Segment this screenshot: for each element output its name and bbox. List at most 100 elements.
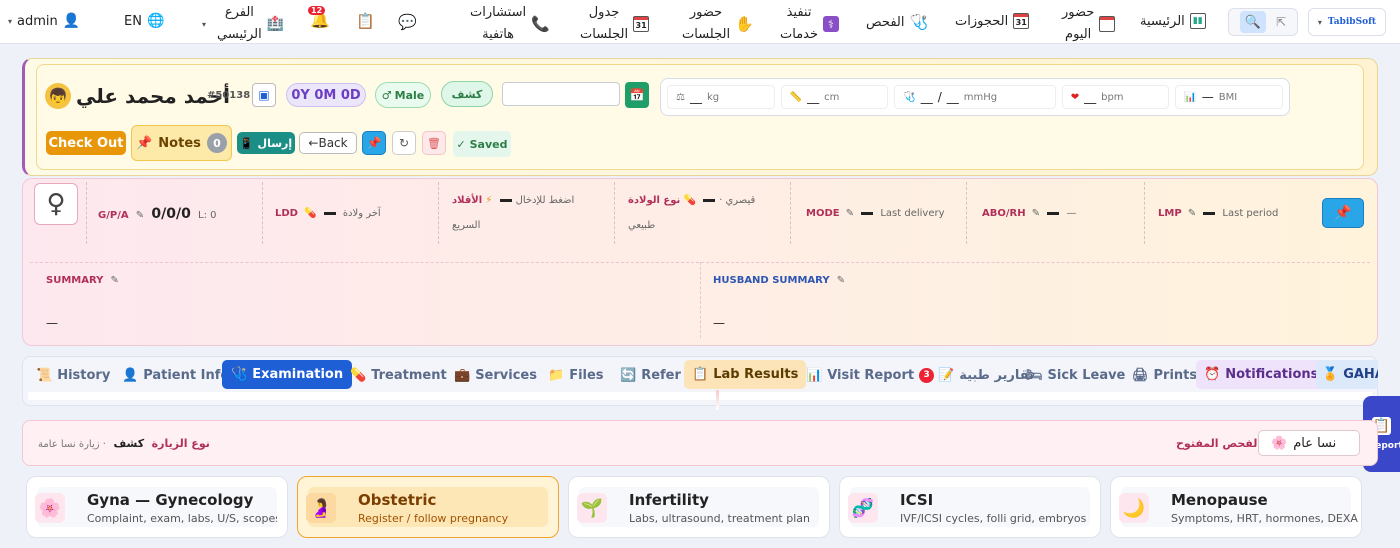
pulse-field[interactable]: ❤ __ bpm xyxy=(1061,85,1170,109)
height-unit: cm xyxy=(824,91,840,103)
search-icon[interactable]: 🔍 xyxy=(1239,11,1266,33)
specialty-card-obstetric[interactable]: 🤰 Obstetric Register / follow pregnancy xyxy=(297,476,559,538)
divider xyxy=(438,182,439,244)
specialty-card-icsi[interactable]: 🧬 ICSI IVF/ICSI cycles, folli grid, embryo… xyxy=(839,476,1101,538)
tab-services[interactable]: 💼 Services xyxy=(448,362,543,388)
tab-lab-results[interactable]: 📋 Lab Results xyxy=(684,360,807,389)
delete-button[interactable]: 🗑 xyxy=(422,131,446,155)
card-subtitle: Labs, ultrasound, treatment plan xyxy=(629,512,810,525)
pin-panel-button[interactable]: 📌 xyxy=(1322,198,1364,228)
nav-examination[interactable]: الفحص 🩺 xyxy=(866,13,928,31)
tab-sick-leave[interactable]: 🛏 Sick Leave xyxy=(1020,362,1131,388)
pencil-icon: ✎ xyxy=(1031,208,1041,219)
notes-count-badge: 0 xyxy=(206,133,227,153)
tab-refer[interactable]: 🔄 Refer xyxy=(614,362,687,388)
nav-sessions-attendance[interactable]: حضور الجلسات ✋ xyxy=(682,2,754,46)
back-button[interactable]: ←Back xyxy=(299,132,357,154)
refresh-button[interactable]: ↻ xyxy=(392,131,416,155)
tab-patient-info[interactable]: 👤 Patient Info xyxy=(116,362,235,388)
nav-phone-consultations[interactable]: استشارات هاتفية 📞 xyxy=(470,2,550,46)
delivery-desc2: طبيعي xyxy=(628,220,656,231)
visit-type-label: نوع الزيارة xyxy=(151,437,210,450)
hand-icon: ✋ xyxy=(735,15,754,33)
branch-selector[interactable]: ▾ الفرع الرئيسي 🏥 xyxy=(202,2,284,46)
bp-unit: mmHg xyxy=(963,91,998,103)
tab-gaha[interactable]: 🏅 GAHA xyxy=(1316,360,1378,389)
height-field[interactable]: 📏 __ cm xyxy=(780,85,889,109)
patient-avatar-icon: 👦 xyxy=(45,83,71,109)
notifications-button[interactable]: 🔔 12 xyxy=(308,6,330,29)
nav-execute-services[interactable]: تنفيذ خدمات ⚕ xyxy=(780,2,840,46)
stethoscope-icon: 🩺 xyxy=(909,13,929,31)
lmp-desc: Last period xyxy=(1222,208,1279,219)
card-subtitle: Register / follow pregnancy xyxy=(358,512,509,525)
husband-summary-field[interactable]: HUSBAND SUMMARY ✎ xyxy=(713,275,845,286)
delivery-desc: قيصري · xyxy=(719,195,756,206)
sprout-icon: 🌱 xyxy=(577,493,607,523)
gpa-label: G/P/A xyxy=(98,210,129,221)
urgency-desc: اضغط للإدخال xyxy=(515,195,575,206)
urgency-desc2: السريع xyxy=(452,220,481,231)
pencil-icon: ✎ xyxy=(836,275,846,286)
divider xyxy=(614,182,615,244)
mode-field[interactable]: MODE ✎ Last delivery xyxy=(806,208,945,219)
tab-examination[interactable]: 🩺 Examination xyxy=(222,360,353,389)
nav-sessions-schedule[interactable]: جدول الجلسات 31 xyxy=(580,2,650,46)
pill-icon: 💊 xyxy=(304,208,317,219)
send-button[interactable]: 📱 إرسال xyxy=(237,132,295,154)
qr-icon[interactable]: ▣ xyxy=(252,83,276,107)
pulse-value: __ xyxy=(1084,90,1097,104)
tab-visit-report[interactable]: 📊 Visit Report 3 xyxy=(800,362,940,388)
pencil-icon: ✎ xyxy=(110,275,119,286)
nav-bookings[interactable]: الحجوزات 31 xyxy=(955,13,1030,29)
visit-info-bar xyxy=(22,420,1378,466)
moon-icon: 🌙 xyxy=(1119,493,1149,523)
tab-treatment[interactable]: 💊 Treatment xyxy=(344,362,453,388)
pin-button[interactable]: 📌 xyxy=(362,131,386,155)
summary-field[interactable]: SUMMARY ✎ xyxy=(46,275,119,286)
abo-field[interactable]: ABO/RH ✎ — xyxy=(982,208,1076,219)
clipboard-button[interactable]: 📋 xyxy=(356,12,375,30)
ldd-field[interactable]: LDD 💊 آخر ولادة xyxy=(275,208,381,219)
chat-button[interactable]: 💬 xyxy=(398,13,417,31)
logo-button[interactable]: ▾ TabibSoft xyxy=(1308,8,1386,36)
sidebar-toggle-icon[interactable]: ⇱ xyxy=(1276,15,1286,29)
tab-label: Sick Leave xyxy=(1047,367,1126,383)
weight-field[interactable]: ⚖ __ kg xyxy=(667,85,775,109)
tab-history[interactable]: 📜 History xyxy=(30,362,116,388)
blood-pressure-field[interactable]: 🩺 __ / __ mmHg xyxy=(894,85,1056,109)
tab-scrollbar[interactable] xyxy=(28,392,1372,400)
open-exam-select[interactable]: 🌸 نسا عام xyxy=(1258,430,1360,456)
urgency-field[interactable]: اضغط للإدخال ⚡ الأقلاد السريع xyxy=(452,195,574,231)
specialty-card-menopause[interactable]: 🌙 Menopause Symptoms, HRT, hormones, DEXA xyxy=(1110,476,1362,538)
calendar-picker-icon[interactable]: 📅 xyxy=(625,82,649,108)
tab-files[interactable]: 📁 Files xyxy=(542,362,610,388)
refresh-icon: ↻ xyxy=(398,136,410,150)
summary-value: — xyxy=(46,316,58,330)
living-count: L: 0 xyxy=(198,210,217,221)
nav-phone-line2: هاتفية xyxy=(482,27,515,42)
gender-chip[interactable]: ♂ Male xyxy=(375,82,431,108)
tab-notifications[interactable]: ⏰ Notifications xyxy=(1196,360,1327,389)
tab-label: Refer xyxy=(641,367,681,383)
nav-home[interactable]: الرئيسية ▮▮ xyxy=(1140,13,1206,29)
language-switch[interactable]: EN 🌐 xyxy=(124,13,164,29)
tab-prints[interactable]: 🖨 Prints xyxy=(1126,362,1203,388)
divider xyxy=(262,182,263,244)
visit-type-chip[interactable]: كشف xyxy=(441,81,493,107)
delivery-type-field[interactable]: قيصري · 💊 نوع الولادة طبيعي xyxy=(628,195,755,231)
lmp-field[interactable]: LMP ✎ Last period xyxy=(1158,208,1278,219)
specialty-card-gyna[interactable]: 🌸 Gyna — Gynecology Complaint, exam, labs,… xyxy=(26,476,288,538)
nav-today-attendance[interactable]: حضور اليوم xyxy=(1062,2,1116,46)
user-menu[interactable]: ▾ admin 👤 xyxy=(8,13,80,29)
visit-date-input[interactable] xyxy=(502,82,620,106)
pencil-icon: ✎ xyxy=(1187,208,1197,219)
visit-type-value: كشف xyxy=(113,437,145,450)
specialty-card-infertility[interactable]: 🌱 Infertility Labs, ultrasound, treatment … xyxy=(568,476,830,538)
checkout-button[interactable]: Check Out xyxy=(46,131,126,155)
ldd-desc: آخر ولادة xyxy=(342,208,381,219)
notes-button[interactable]: 📌 Notes 0 xyxy=(131,125,232,161)
phone-icon: 📱 xyxy=(239,136,254,150)
chart-icon: 📊 xyxy=(1184,91,1197,103)
gpa-field[interactable]: G/P/A ✎ 0/0/0 L: 0 xyxy=(98,206,216,222)
